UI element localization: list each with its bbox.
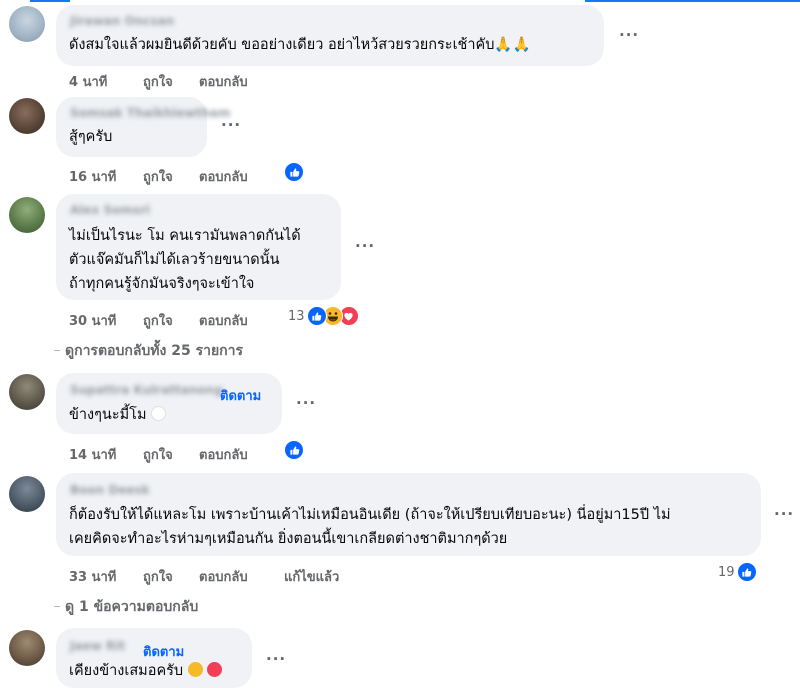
- reaction-count: 19: [718, 564, 735, 580]
- reply-button[interactable]: ตอบกลับ: [199, 444, 248, 465]
- thread-connector: [54, 350, 60, 351]
- comment-author[interactable]: Supattra Kulrattanong: [70, 383, 223, 397]
- comment-time[interactable]: 33 นาที: [69, 566, 116, 587]
- comment-text-line: เคยคิดจะทำอะไรห่ามๆเหมือนกัน ยิ่งตอนนี้เ…: [69, 531, 508, 547]
- follow-link[interactable]: ติดตาม: [220, 385, 261, 406]
- like-button[interactable]: ถูกใจ: [143, 566, 173, 587]
- view-replies-link[interactable]: ดู 1 ข้อความตอบกลับ: [65, 596, 198, 618]
- comment-author[interactable]: Boon Deesk: [70, 483, 150, 497]
- comment-author[interactable]: Somsak Thaikhiewtham: [70, 106, 230, 120]
- reply-button[interactable]: ตอบกลับ: [199, 71, 248, 92]
- like-button[interactable]: ถูกใจ: [143, 310, 173, 331]
- comment-text-line: ตัวแจ๊คมันก็ไม่ได้เลวร้ายขนาดนั้น: [69, 252, 280, 268]
- like-button[interactable]: ถูกใจ: [143, 71, 173, 92]
- like-reaction-icon: [284, 162, 304, 182]
- like-reaction-icon: [284, 440, 304, 460]
- avatar[interactable]: [9, 197, 45, 233]
- avatar[interactable]: [9, 374, 45, 410]
- reactions-summary[interactable]: [284, 162, 304, 182]
- comment-text: ดังสมใจแล้วผมยินดีด้วยคับ ขออย่างเดียว อ…: [69, 37, 531, 53]
- red-heart-icon: [207, 662, 223, 677]
- comment-text-line: ไม่เป็นไรนะ โม คนเรามันพลาดกันได้: [69, 228, 301, 244]
- comment-time[interactable]: 30 นาที: [69, 310, 116, 331]
- reactions-summary[interactable]: [284, 440, 304, 460]
- more-options-button[interactable]: ···: [619, 26, 639, 44]
- like-reaction-icon: [736, 562, 757, 582]
- more-options-button[interactable]: ···: [221, 116, 241, 134]
- comment-time[interactable]: 16 นาที: [69, 166, 116, 187]
- comment-text: ก็ต้องรับให้ได้แหละโม เพราะบ้านเค้าไม่เห…: [69, 503, 671, 551]
- reply-button[interactable]: ตอบกลับ: [199, 566, 248, 587]
- more-options-button[interactable]: ···: [266, 650, 286, 668]
- comment-text: เคียงข้างเสมอครับ: [69, 660, 223, 683]
- top-edge-highlight: [30, 0, 70, 2]
- comment-text: สู้ๆครับ: [69, 129, 113, 145]
- avatar[interactable]: [9, 6, 45, 42]
- comment-text-line: ถ้าทุกคนรู้จักมันจริงๆจะเข้าใจ: [69, 276, 255, 292]
- avatar[interactable]: [9, 630, 45, 666]
- comment-time[interactable]: 4 นาที: [69, 71, 107, 92]
- reply-button[interactable]: ตอบกลับ: [199, 166, 248, 187]
- reactions-summary[interactable]: 13: [288, 306, 359, 326]
- reply-button[interactable]: ตอบกลับ: [199, 310, 248, 331]
- more-options-button[interactable]: ···: [355, 237, 375, 255]
- like-button[interactable]: ถูกใจ: [143, 444, 173, 465]
- view-replies-link[interactable]: ดูการตอบกลับทั้ง 25 รายการ: [65, 340, 243, 362]
- like-reaction-icon: [306, 306, 327, 326]
- comment-text: ข้างๆนะมี้โม: [69, 404, 167, 427]
- smile-emoji-icon: [187, 662, 203, 677]
- top-edge-highlight: [585, 0, 800, 2]
- comment-text: ไม่เป็นไรนะ โม คนเรามันพลาดกันได้ ตัวแจ๊…: [69, 224, 301, 296]
- comment-text-line: ก็ต้องรับให้ได้แหละโม เพราะบ้านเค้าไม่เห…: [69, 507, 671, 523]
- white-heart-icon: [151, 406, 167, 421]
- avatar[interactable]: [9, 98, 45, 134]
- edited-label[interactable]: แก้ไขแล้ว: [284, 566, 339, 587]
- thread-connector: [54, 606, 60, 607]
- reactions-summary[interactable]: 19: [718, 562, 757, 582]
- more-options-button[interactable]: ···: [774, 505, 794, 523]
- comment-time[interactable]: 14 นาที: [69, 444, 116, 465]
- comment-author[interactable]: Jaew Rit: [70, 639, 125, 653]
- comment-author[interactable]: Jirawan Oncsan: [70, 14, 174, 28]
- follow-link[interactable]: ติดตาม: [143, 641, 184, 662]
- reaction-count: 13: [288, 308, 305, 324]
- comment-author[interactable]: Alex Somsri: [70, 203, 150, 217]
- more-options-button[interactable]: ···: [296, 394, 316, 412]
- avatar[interactable]: [9, 476, 45, 512]
- like-button[interactable]: ถูกใจ: [143, 166, 173, 187]
